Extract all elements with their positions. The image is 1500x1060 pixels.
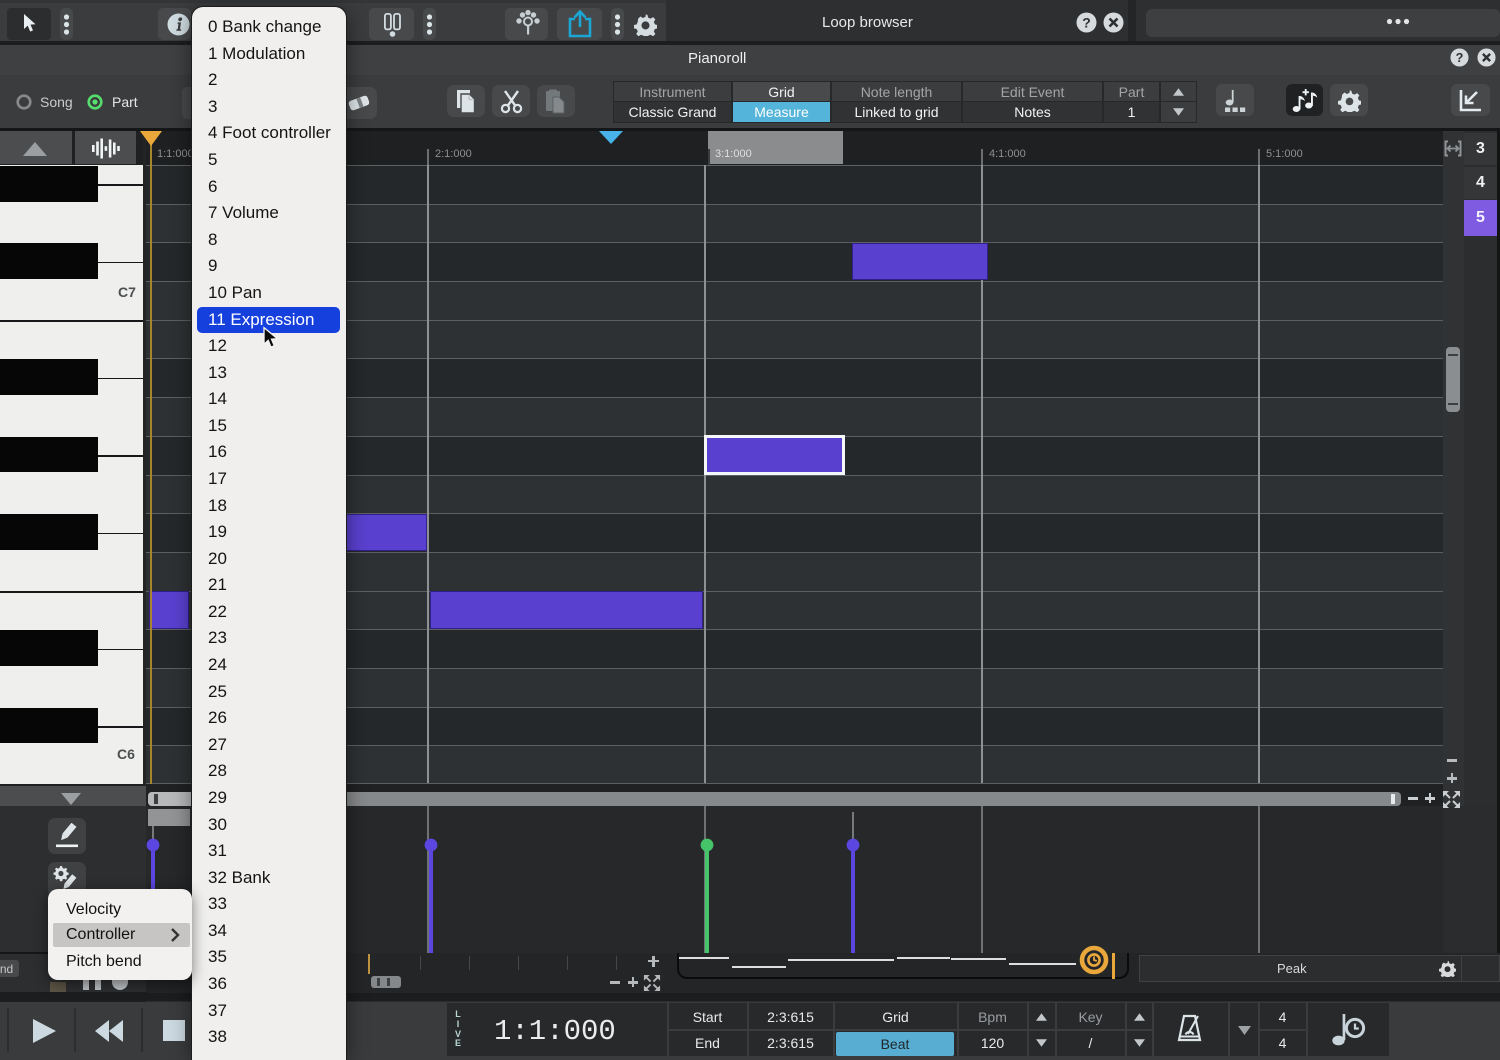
svg-text:?: ? xyxy=(1456,51,1464,65)
svg-text:?: ? xyxy=(1082,15,1091,31)
